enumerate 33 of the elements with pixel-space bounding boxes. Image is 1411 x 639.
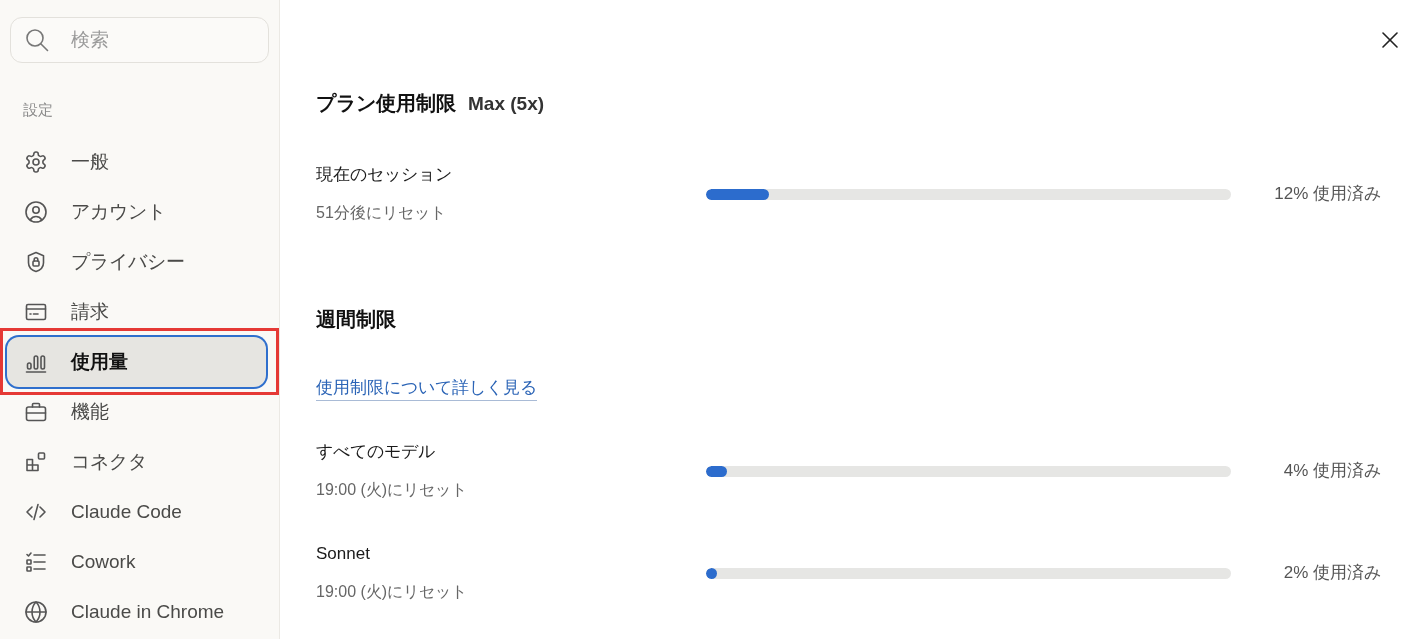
sidebar-item[interactable]: プライバシー xyxy=(7,237,266,287)
sidebar-item[interactable]: 請求 xyxy=(7,287,266,337)
usage-reading: 12% 使用済み xyxy=(1274,183,1381,205)
section-title: プラン使用制限 xyxy=(316,91,456,116)
sidebar-item[interactable]: 機能 xyxy=(7,387,266,437)
section-heading: 設定 xyxy=(23,100,53,120)
sidebar-item[interactable]: 使用量 xyxy=(7,337,266,387)
usage-reading: 4% 使用済み xyxy=(1283,460,1381,482)
sidebar-item[interactable]: Claude in Chrome xyxy=(7,587,266,637)
checklist-icon xyxy=(24,550,48,574)
section-title: 週間制限 xyxy=(316,307,396,332)
blocks-icon xyxy=(24,450,48,474)
user-circle-icon xyxy=(24,200,48,224)
gear-icon xyxy=(24,150,48,174)
limit-name: すべてのモデル xyxy=(316,441,435,463)
limit-name: Sonnet xyxy=(316,543,370,565)
reset-time: 19:00 (火)にリセット xyxy=(316,582,468,602)
sidebar-item[interactable]: Claude Code xyxy=(7,487,266,537)
learn-more-link[interactable]: 使用制限について詳しく見る xyxy=(316,376,537,401)
usage-reading: 2% 使用済み xyxy=(1283,562,1381,584)
sidebar-item[interactable]: コネクタ xyxy=(7,437,266,487)
briefcase-icon xyxy=(24,400,48,424)
plan-name: Max (5x) xyxy=(468,92,545,116)
limit-name: 現在のセッション xyxy=(316,164,452,186)
search-field[interactable]: 検索 xyxy=(10,17,269,63)
sidebar-item[interactable]: 一般 xyxy=(7,137,266,187)
close-icon xyxy=(1382,32,1398,48)
reset-time: 51分後にリセット xyxy=(316,203,446,223)
search-icon xyxy=(25,28,49,52)
sidebar-item[interactable]: Cowork xyxy=(7,537,266,587)
sidebar-item[interactable]: アカウント xyxy=(7,187,266,237)
reset-time: 19:00 (火)にリセット xyxy=(316,480,468,500)
globe-icon xyxy=(24,600,48,624)
